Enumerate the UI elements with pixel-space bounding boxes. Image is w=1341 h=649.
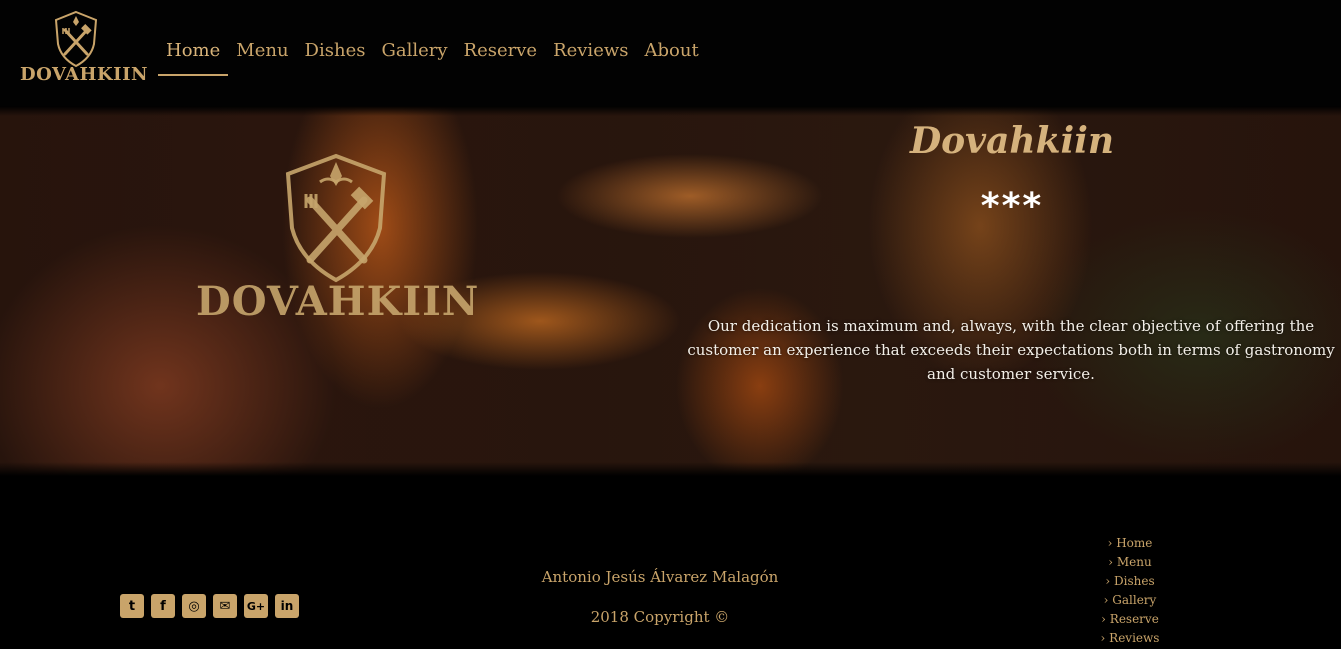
brand-logo[interactable]: DOVAHKIIN <box>20 10 148 90</box>
social-links: t f ◎ ✉ G+ in <box>120 594 299 618</box>
brand-logo-text: DOVAHKIIN <box>20 64 148 85</box>
envelope-icon[interactable]: ✉ <box>213 594 237 618</box>
site-footer: t f ◎ ✉ G+ in Antonio Jesús Álvarez Mala… <box>0 476 1341 649</box>
hero-banner: DOVAHKIIN Dovahkiin *** Our dedication i… <box>0 106 1341 476</box>
footer-link-dishes[interactable]: › Dishes <box>1060 572 1200 591</box>
twitter-icon[interactable]: t <box>120 594 144 618</box>
main-nav: Home Menu Dishes Gallery Reserve Reviews… <box>158 30 707 78</box>
nav-item-reserve[interactable]: Reserve <box>456 30 546 74</box>
hero-bottom-shade <box>0 462 1341 476</box>
nav-item-menu[interactable]: Menu <box>228 30 296 74</box>
site-header: DOVAHKIIN Home Menu Dishes Gallery Reser… <box>0 0 1341 106</box>
nav-item-dishes[interactable]: Dishes <box>297 30 374 74</box>
shield-logo-icon <box>54 10 98 68</box>
nav-item-gallery[interactable]: Gallery <box>373 30 455 74</box>
hero-title: Dovahkiin <box>909 120 1115 162</box>
footer-link-gallery[interactable]: › Gallery <box>1060 591 1200 610</box>
google-plus-icon[interactable]: G+ <box>244 594 268 618</box>
footer-link-menu[interactable]: › Menu <box>1060 553 1200 572</box>
footer-link-reserve[interactable]: › Reserve <box>1060 610 1200 629</box>
hero-shield-icon <box>285 153 387 283</box>
footer-copyright: 2018 Copyright © <box>590 608 730 626</box>
footer-link-home[interactable]: › Home <box>1060 534 1200 553</box>
footer-author: Antonio Jesús Álvarez Malagón <box>541 568 779 586</box>
instagram-icon[interactable]: ◎ <box>182 594 206 618</box>
hero-logo-text: DOVAHKIIN <box>196 278 480 325</box>
linkedin-icon[interactable]: in <box>275 594 299 618</box>
nav-item-home[interactable]: Home <box>158 30 229 76</box>
nav-item-reviews[interactable]: Reviews <box>545 30 636 74</box>
hero-top-shade <box>0 106 1341 116</box>
nav-item-about[interactable]: About <box>637 30 707 74</box>
footer-nav: › Home › Menu › Dishes › Gallery › Reser… <box>1060 534 1200 648</box>
hero-description: Our dedication is maximum and, always, w… <box>687 317 1335 383</box>
hero-stars: *** <box>980 186 1044 227</box>
hero-logo: DOVAHKIIN <box>196 152 480 342</box>
footer-link-reviews[interactable]: › Reviews <box>1060 629 1200 648</box>
facebook-icon[interactable]: f <box>151 594 175 618</box>
